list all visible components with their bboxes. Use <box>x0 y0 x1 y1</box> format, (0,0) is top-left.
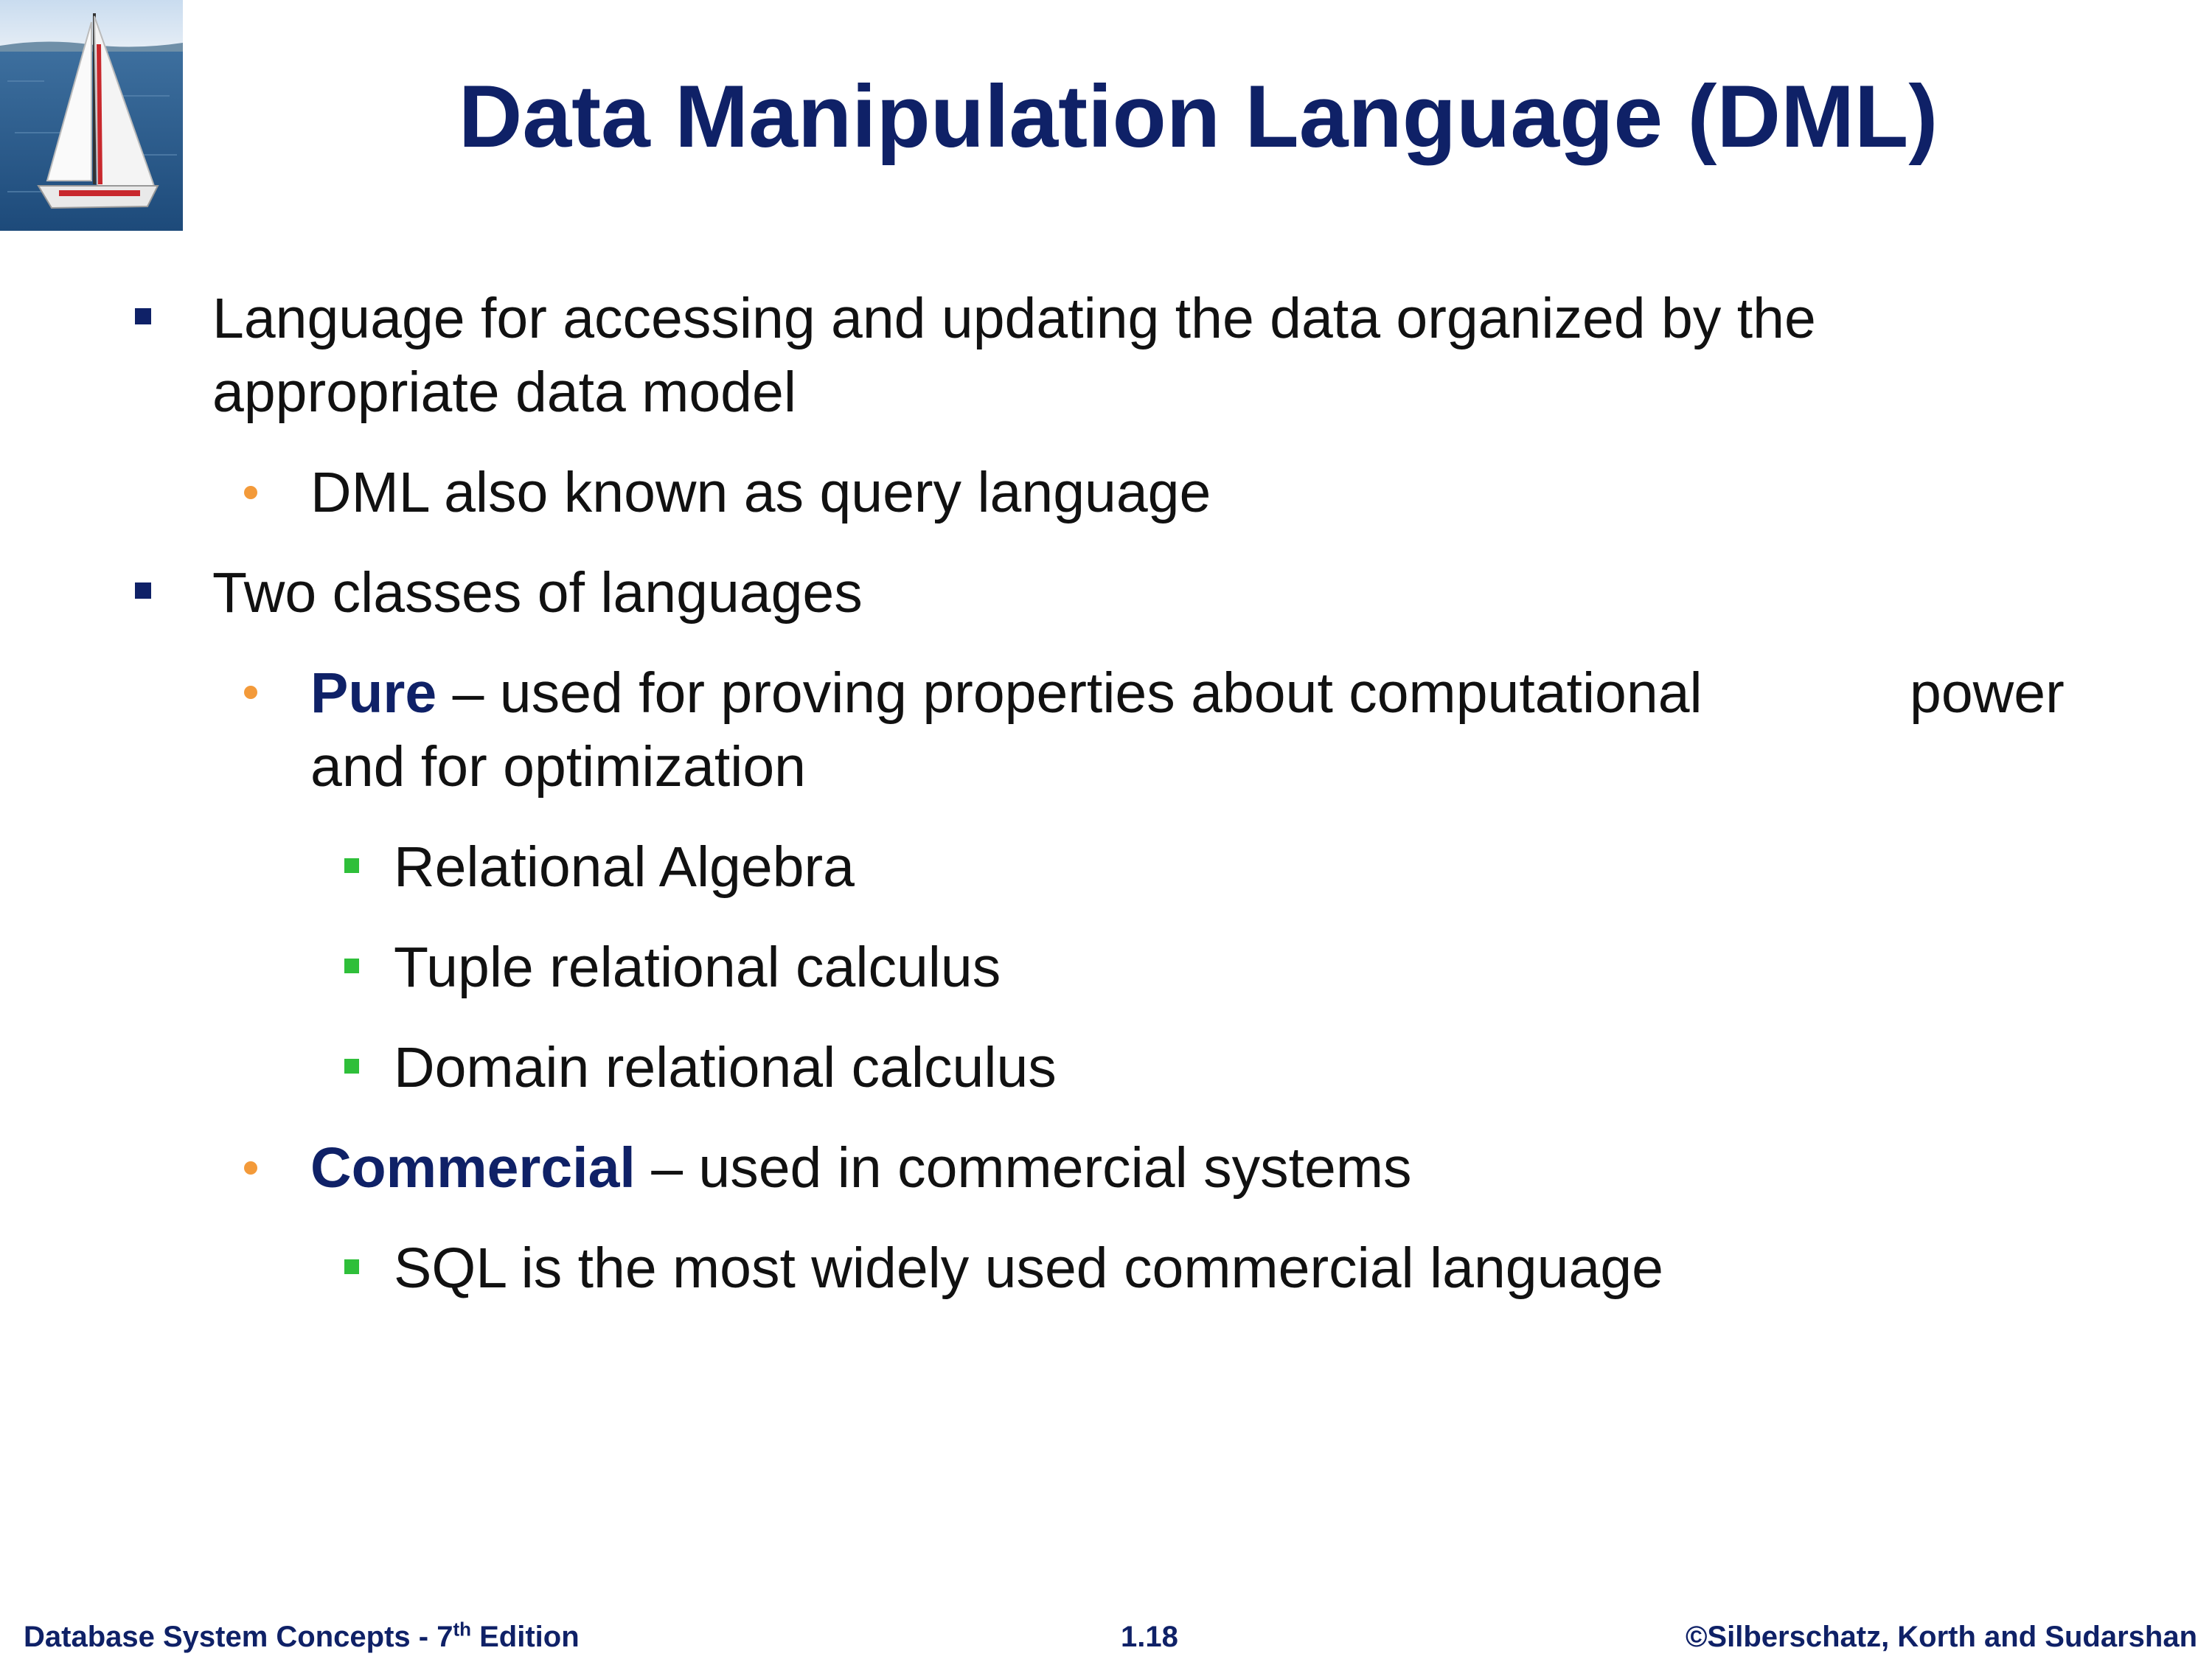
bullet-text: DML also known as query language <box>310 461 1211 524</box>
term-pure: Pure <box>310 661 437 725</box>
sub-item-text: SQL is the most widely used commercial l… <box>394 1237 1663 1300</box>
sub-item-text: Domain relational calculus <box>394 1036 1057 1099</box>
bullet-text: Commercial – used in commercial systems <box>310 1131 1411 1205</box>
term-pure-description: – used for proving properties about comp… <box>437 661 1703 725</box>
footer-book-title: Database System Concepts - 7th Edition <box>24 1618 580 1655</box>
term-commercial: Commercial <box>310 1136 636 1200</box>
bullet-dot-icon <box>244 1161 257 1175</box>
bullet-text-continued: appropriate data model <box>212 361 796 424</box>
bullet-dot-icon <box>244 486 257 499</box>
bullet-square-green-icon <box>344 959 359 973</box>
footer-edition-text: Edition <box>471 1621 580 1653</box>
bullet-text: Pure – used for proving properties about… <box>310 656 1703 730</box>
footer-copyright: ©Silberschatz, Korth and Sudarshan <box>1685 1621 2197 1653</box>
bullet-square-green-icon <box>344 858 359 873</box>
bullet-square-icon <box>135 308 151 324</box>
term-commercial-description: – used in commercial systems <box>635 1136 1412 1200</box>
bullet-text-tail: power <box>1910 661 2065 725</box>
bullet-square-icon <box>135 582 151 599</box>
slide-content: Language for accessing and updating the … <box>0 0 2212 1548</box>
footer-superscript: th <box>453 1618 471 1641</box>
sub-item-text: Tuple relational calculus <box>394 936 1001 999</box>
bullet-text: Language for accessing and updating the … <box>212 287 1816 350</box>
bullet-text: Two classes of languages <box>212 561 863 625</box>
bullet-dot-icon <box>244 686 257 699</box>
bullet-text-continued: and for optimization <box>310 735 806 799</box>
sub-item-text: Relational Algebra <box>394 835 855 899</box>
bullet-square-green-icon <box>344 1059 359 1074</box>
bullet-square-green-icon <box>344 1259 359 1274</box>
footer-book-title-text: Database System Concepts - 7 <box>24 1621 453 1653</box>
slide-number: 1.18 <box>1121 1621 1178 1653</box>
